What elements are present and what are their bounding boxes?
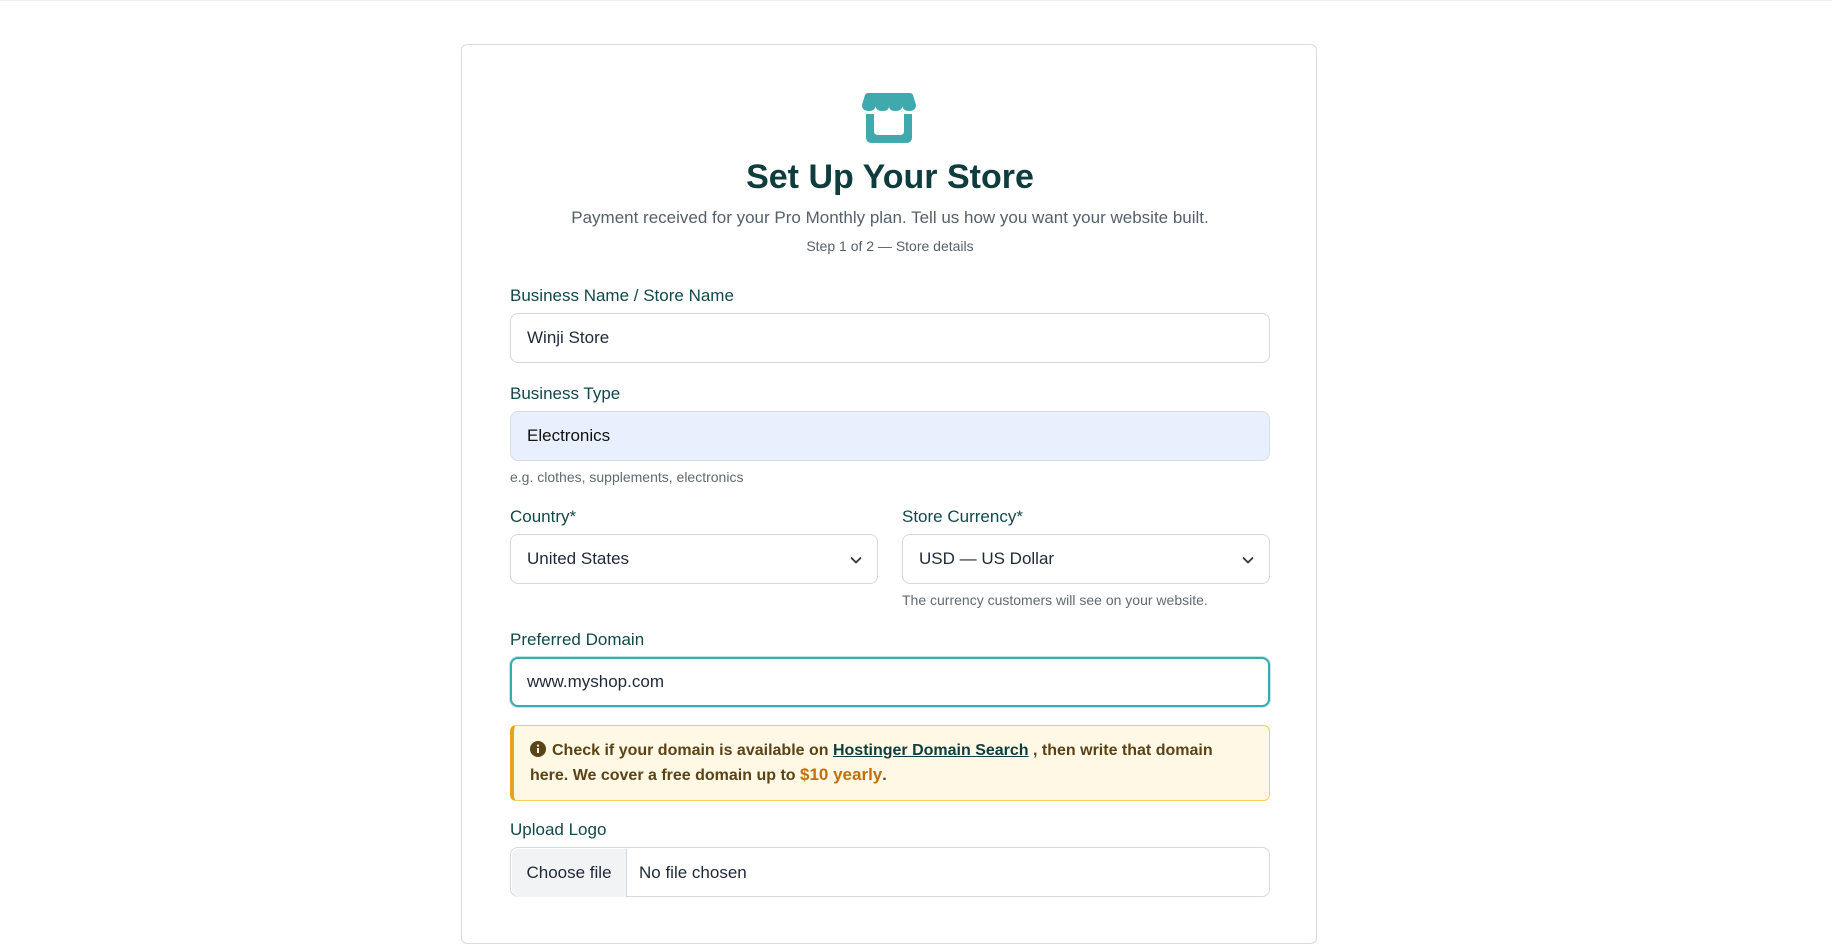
currency-help: The currency customers will see on your … [902, 592, 1208, 608]
business-type-help: e.g. clothes, supplements, electronics [510, 469, 744, 485]
domain-label: Preferred Domain [510, 630, 645, 649]
currency-label: Store Currency* [902, 507, 1023, 526]
business-type-label: Business Type [510, 384, 621, 403]
store-setup-card: Set Up Your Store Payment received for y… [461, 44, 1317, 944]
upload-logo-label: Upload Logo [510, 820, 607, 839]
chevron-down-icon [850, 557, 862, 564]
info-icon [530, 741, 546, 757]
notice-text-after: . [882, 767, 887, 784]
business-type-input[interactable]: Electronics [510, 411, 1270, 461]
currency-select[interactable]: USD — US Dollar [902, 534, 1270, 584]
domain-value: www.myshop.com [527, 672, 664, 691]
chevron-down-icon [1242, 557, 1254, 564]
business-name-input[interactable]: Winji Store [510, 313, 1270, 363]
country-value: United States [527, 549, 630, 568]
country-select[interactable]: United States [510, 534, 878, 584]
business-name-label: Business Name / Store Name [510, 286, 734, 305]
page-subtitle: Payment received for your Pro Monthly pl… [571, 208, 1209, 227]
currency-value: USD — US Dollar [919, 549, 1055, 568]
country-label: Country* [510, 507, 577, 526]
file-status: No file chosen [639, 863, 747, 882]
storefront-icon [862, 93, 916, 143]
notice-text-before: Check if your domain is available on [552, 742, 833, 759]
business-type-value: Electronics [527, 426, 611, 445]
logo-file-input[interactable]: Choose file No file chosen [510, 847, 1270, 897]
step-indicator: Step 1 of 2 — Store details [806, 238, 974, 254]
choose-file-button[interactable]: Choose file [512, 849, 627, 897]
top-divider [0, 0, 1832, 1]
business-name-value: Winji Store [527, 328, 610, 347]
domain-notice: Check if your domain is available on Hos… [510, 725, 1270, 801]
domain-input[interactable]: www.myshop.com [510, 657, 1270, 707]
hostinger-domain-search-link[interactable]: Hostinger Domain Search [833, 742, 1029, 759]
page-title: Set Up Your Store [746, 158, 1034, 196]
free-domain-price: $10 yearly [800, 765, 883, 784]
